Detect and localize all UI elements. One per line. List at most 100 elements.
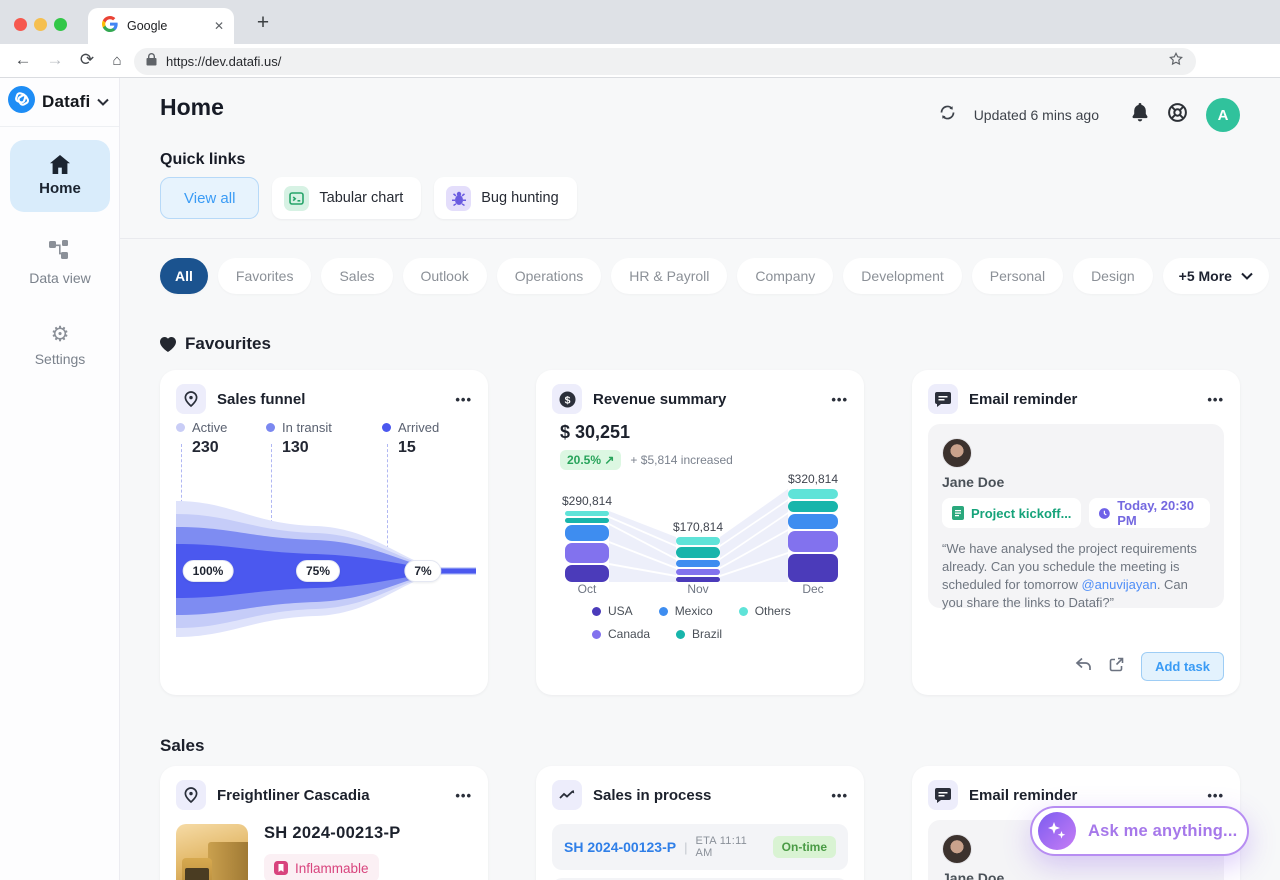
browser-tab[interactable]: Google ✕ — [88, 8, 234, 44]
filter-pill-personal[interactable]: Personal — [972, 258, 1063, 294]
legend-dot — [176, 423, 185, 432]
bar-segment-others — [788, 489, 838, 499]
sender-name: Jane Doe — [942, 474, 1210, 490]
page-title: Home — [160, 94, 224, 121]
inflammable-badge-label: Inflammable — [295, 861, 369, 876]
maximize-window-button[interactable] — [54, 18, 67, 31]
card-sales-funnel: Sales funnel ••• Active230In transit130A… — [160, 370, 488, 695]
minimize-window-button[interactable] — [34, 18, 47, 31]
status-badge: On-time — [773, 836, 836, 858]
shipment-row[interactable]: SH 2024-00123-P | ETA 11:11 AM On-time — [552, 824, 848, 870]
bar-segment-usa — [788, 554, 838, 582]
card-menu-icon[interactable]: ••• — [1207, 392, 1224, 407]
sidebar-item-settings[interactable]: ⚙ Settings — [0, 324, 120, 367]
back-button[interactable]: ← — [10, 47, 36, 73]
updated-status-text: Updated 6 mins ago — [974, 107, 1099, 123]
card-title: Freightliner Cascadia — [217, 787, 444, 804]
filter-pill-company[interactable]: Company — [737, 258, 833, 294]
bookmark-star-icon[interactable] — [1168, 51, 1184, 72]
revenue-legend-item: Others — [739, 604, 791, 618]
legend-dot — [592, 630, 601, 639]
card-menu-icon[interactable]: ••• — [831, 788, 848, 803]
open-external-icon[interactable] — [1109, 657, 1124, 677]
filter-pill-development[interactable]: Development — [843, 258, 962, 294]
bar-segment-canada — [565, 543, 609, 563]
filter-pill-design[interactable]: Design — [1073, 258, 1153, 294]
revenue-legend-item: Brazil — [676, 627, 722, 641]
subject-tag[interactable]: Project kickoff... — [942, 498, 1081, 528]
user-avatar[interactable]: A — [1206, 98, 1240, 132]
card-menu-icon[interactable]: ••• — [831, 392, 848, 407]
favourites-heading-label: Favourites — [185, 334, 271, 354]
filter-pill-outlook[interactable]: Outlook — [403, 258, 487, 294]
filter-pill-hr-payroll[interactable]: HR & Payroll — [611, 258, 727, 294]
legend-label: Canada — [608, 627, 650, 641]
shipment-id-link[interactable]: SH 2024-00123-P — [564, 839, 676, 855]
legend-dot — [676, 630, 685, 639]
funnel-legend-item: Arrived15 — [382, 420, 439, 457]
home-icon — [50, 155, 70, 174]
filter-pill-sales[interactable]: Sales — [321, 258, 392, 294]
sync-icon[interactable] — [939, 104, 956, 126]
quick-link-bug-hunting[interactable]: Bug hunting — [434, 177, 576, 219]
card-menu-icon[interactable]: ••• — [1207, 788, 1224, 803]
url-text: https://dev.datafi.us/ — [166, 54, 1159, 69]
main-content: Home Updated 6 mins ago A Quick links Vi… — [120, 78, 1280, 880]
card-sales-in-process: Sales in process ••• SH 2024-00123-P | E… — [536, 766, 864, 880]
subject-tag-label: Project kickoff... — [971, 506, 1071, 521]
help-lifering-icon[interactable] — [1167, 102, 1188, 128]
legend-label: Arrived — [398, 420, 439, 435]
bar-segment-others — [676, 537, 720, 545]
sidebar-item-home[interactable]: Home — [10, 140, 110, 212]
card-menu-icon[interactable]: ••• — [455, 788, 472, 803]
card-email-reminder: Email reminder ••• Jane Doe Project kick… — [912, 370, 1240, 695]
bar-segment-canada — [788, 531, 838, 552]
revenue-legend: USAMexicoOthersCanadaBrazil — [592, 604, 791, 650]
document-icon — [952, 506, 964, 520]
quick-link-tabular-chart[interactable]: Tabular chart — [272, 177, 421, 219]
card-revenue-summary: $ Revenue summary ••• $ 30,251 20.5% ↗ +… — [536, 370, 864, 695]
legend-label: Others — [755, 604, 791, 618]
quick-link-label: Bug hunting — [481, 190, 558, 206]
legend-dot — [659, 607, 668, 616]
funnel-percent-label: 7% — [404, 560, 441, 582]
brand-chevron-down-icon[interactable] — [97, 98, 109, 106]
brand[interactable]: Datafi — [0, 78, 119, 127]
filter-pill-operations[interactable]: Operations — [497, 258, 601, 294]
add-task-button[interactable]: Add task — [1141, 652, 1224, 681]
view-all-button[interactable]: View all — [160, 177, 259, 219]
new-tab-button[interactable]: + — [250, 10, 276, 36]
reply-icon[interactable] — [1075, 657, 1092, 676]
filter-more-label: +5 More — [1179, 268, 1232, 284]
x-axis-label: Nov — [687, 582, 708, 596]
hazard-bookmark-icon — [274, 861, 288, 875]
sidebar-item-label: Settings — [0, 351, 120, 367]
mention-link[interactable]: @anuvijayan — [1081, 577, 1156, 592]
forward-button[interactable]: → — [42, 47, 68, 73]
legend-dot — [739, 607, 748, 616]
funnel-percent-label: 100% — [183, 560, 234, 582]
close-window-button[interactable] — [14, 18, 27, 31]
tab-close-icon[interactable]: ✕ — [214, 19, 224, 33]
card-title: Email reminder — [969, 391, 1196, 408]
sidebar-item-label: Home — [39, 180, 81, 197]
browser-toolbar: ← → ⟳ ⌂ https://dev.datafi.us/ ⋮⋮ — [0, 44, 1280, 78]
ask-me-anything-button[interactable]: Ask me anything... — [1030, 806, 1249, 856]
home-button[interactable]: ⌂ — [104, 47, 130, 73]
card-title: Sales funnel — [217, 391, 444, 408]
card-menu-icon[interactable]: ••• — [455, 392, 472, 407]
notification-bell-icon[interactable] — [1131, 103, 1149, 128]
legend-label: Mexico — [675, 604, 713, 618]
lock-icon — [146, 53, 157, 71]
filter-more-button[interactable]: +5 More — [1163, 258, 1269, 294]
reload-button[interactable]: ⟳ — [74, 47, 100, 73]
url-bar[interactable]: https://dev.datafi.us/ — [134, 48, 1196, 75]
inflammable-badge: Inflammable — [264, 854, 379, 880]
filter-pill-favorites[interactable]: Favorites — [218, 258, 312, 294]
bar-segment-mexico — [788, 514, 838, 529]
filter-pill-all[interactable]: All — [160, 258, 208, 294]
time-tag[interactable]: Today, 20:30 PM — [1089, 498, 1210, 528]
bar-segment-brazil — [565, 518, 609, 523]
sidebar-item-data-view[interactable]: Data view — [0, 240, 120, 286]
shipment-id: SH 2024-00213-P — [264, 824, 401, 843]
